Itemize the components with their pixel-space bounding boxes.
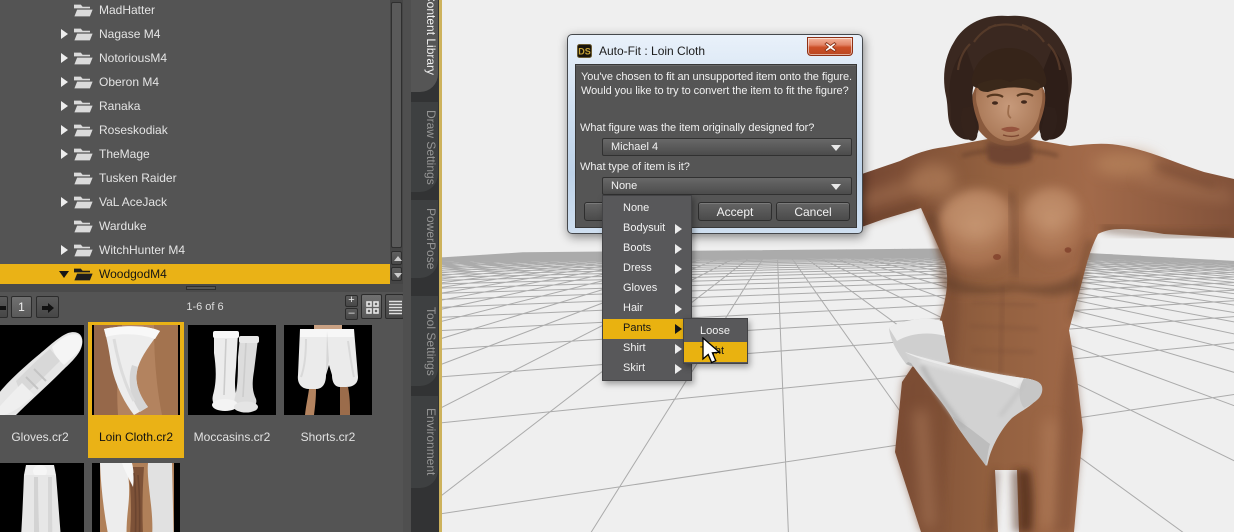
- svg-text:DS: DS: [578, 47, 591, 57]
